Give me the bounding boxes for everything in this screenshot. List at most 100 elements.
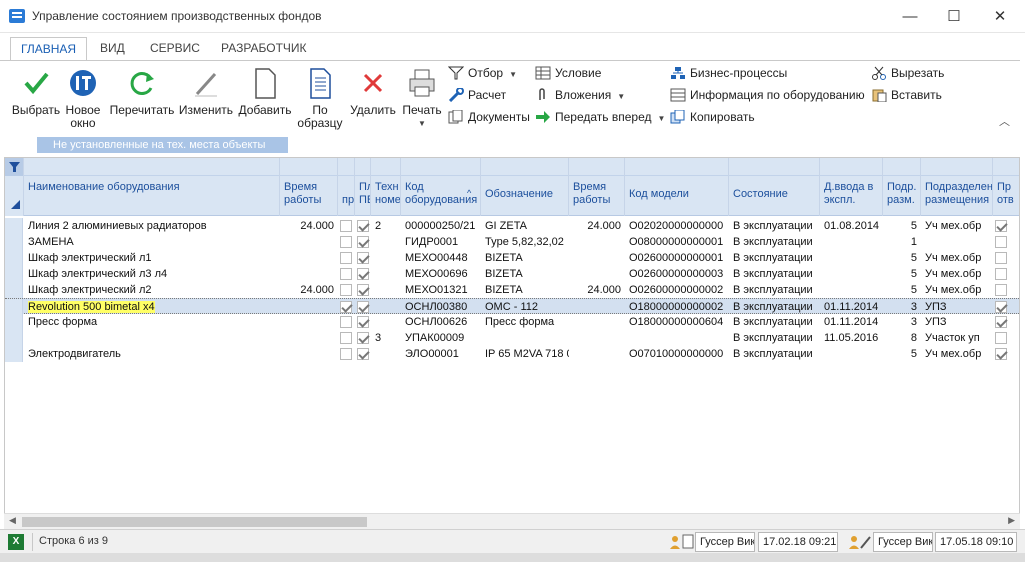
checkbox[interactable]	[340, 348, 352, 360]
checkbox[interactable]	[340, 252, 352, 264]
checkbox[interactable]	[995, 316, 1007, 328]
checkbox[interactable]	[340, 220, 352, 232]
checkbox[interactable]	[357, 268, 369, 280]
forward-button[interactable]: Передать вперед ▼	[535, 107, 665, 127]
tab-main[interactable]: ГЛАВНАЯ	[10, 37, 88, 61]
edit-button[interactable]: Изменить	[178, 65, 234, 117]
checkbox[interactable]	[340, 316, 352, 328]
copy-button[interactable]: Копировать	[670, 107, 755, 127]
attachments-button[interactable]: Вложения ▼	[535, 85, 625, 105]
table-row[interactable]: Revolution 500 bimetal x4 ОСНЛ00380 ОМС - …	[5, 298, 1019, 315]
checkbox[interactable]	[357, 348, 369, 360]
checkbox[interactable]	[995, 220, 1007, 232]
cell-pl	[355, 330, 371, 346]
table-row[interactable]: ЗАМЕНА ГИДР0001 Type 5,82,32,02 O0800000000…	[5, 234, 1019, 250]
excel-export-icon[interactable]: X	[8, 534, 24, 550]
col-tech-number[interactable]: Техн номер	[371, 176, 401, 216]
checkbox[interactable]	[357, 236, 369, 248]
checkbox[interactable]	[357, 284, 369, 296]
paste-button[interactable]: Вставить	[871, 85, 942, 105]
tab-developer[interactable]: РАЗРАБОТЧИК	[211, 37, 317, 61]
business-processes-label: Бизнес-процессы	[690, 66, 788, 80]
collapse-ribbon-icon[interactable]: ︿	[999, 113, 1010, 129]
calc-button[interactable]: Расчет	[448, 85, 506, 105]
col-commission-date[interactable]: Д.ввода в экспл.	[820, 176, 883, 216]
select-all-corner[interactable]	[5, 176, 24, 216]
row-selector[interactable]	[5, 282, 23, 298]
attachments-label: Вложения	[555, 88, 612, 102]
select-button[interactable]: Выбрать	[10, 65, 62, 117]
checkbox[interactable]	[357, 332, 369, 344]
col-state[interactable]: Состояние	[729, 176, 820, 216]
table-row[interactable]: Шкаф электрический л3 л4 МЕХО00696 BIZETA O…	[5, 266, 1019, 282]
scroll-right-icon[interactable]: ▶	[1008, 515, 1015, 526]
grid-filter-icon[interactable]	[5, 158, 24, 176]
row-selector[interactable]	[5, 234, 23, 250]
row-selector[interactable]	[5, 346, 23, 362]
col-dept[interactable]: Подразделение размещения	[921, 176, 993, 216]
checkbox[interactable]	[340, 268, 352, 280]
table-row[interactable]: Линия 2 алюминиевых радиаторов 24.000 2 000…	[5, 218, 1019, 234]
filter-chip[interactable]: Не установленные на тех. места объекты	[37, 137, 288, 153]
col-name[interactable]: Наименование оборудования	[24, 176, 280, 216]
checkbox[interactable]	[340, 236, 352, 248]
checkbox[interactable]	[995, 268, 1007, 280]
new-window-icon	[65, 65, 101, 101]
table-row[interactable]: Пресс форма ОСНЛ00626 Пресс форма O18000000…	[5, 314, 1019, 330]
tab-view[interactable]: ВИД	[90, 37, 135, 61]
col-pl[interactable]: Пл ПЕ	[355, 176, 371, 216]
cell-model: O18000000000002	[625, 299, 729, 315]
scrollbar-thumb[interactable]	[22, 517, 367, 527]
col-model-code[interactable]: Код модели	[625, 176, 729, 216]
maximize-button[interactable]: ☐	[931, 0, 977, 33]
minimize-button[interactable]: —	[887, 0, 933, 33]
row-selector[interactable]	[5, 218, 23, 234]
delete-button[interactable]: Удалить	[348, 65, 398, 117]
group-cell	[921, 158, 993, 176]
checkbox[interactable]	[340, 301, 352, 313]
col-work-time-2[interactable]: Время работы	[569, 176, 625, 216]
documents-button[interactable]: Документы	[448, 107, 530, 127]
checkbox[interactable]	[995, 236, 1007, 248]
checkbox[interactable]	[995, 252, 1007, 264]
row-selector[interactable]	[5, 314, 23, 330]
equipment-info-button[interactable]: Информация по оборудованию	[670, 85, 865, 105]
cut-button[interactable]: Вырезать	[871, 63, 944, 83]
table-row[interactable]: Электродвигатель ЭЛО00001 IP 65 M2VA 718 0…	[5, 346, 1019, 362]
checkbox[interactable]	[357, 301, 369, 313]
by-template-button[interactable]: По образцу	[296, 65, 344, 130]
checkbox[interactable]	[357, 252, 369, 264]
row-selector[interactable]	[5, 330, 23, 346]
checkbox[interactable]	[995, 332, 1007, 344]
col-responsible[interactable]: Пр отв	[993, 176, 1019, 216]
col-work-time[interactable]: Время работы	[280, 176, 338, 216]
checkbox[interactable]	[340, 332, 352, 344]
table-row[interactable]: Шкаф электрический л2 24.000 МЕХО01321 BIZE…	[5, 282, 1019, 298]
business-processes-button[interactable]: Бизнес-процессы	[670, 63, 787, 83]
print-button[interactable]: Печать ▼	[400, 65, 444, 130]
reload-button[interactable]: Перечитать	[108, 65, 176, 117]
checkbox[interactable]	[995, 284, 1007, 296]
checkbox[interactable]	[357, 220, 369, 232]
checkbox[interactable]	[995, 301, 1007, 313]
new-window-button[interactable]: Новое окно	[62, 65, 104, 130]
table-row[interactable]: 3 УПАК00009 В эксплуатации 11.05.2016 8 Участ…	[5, 330, 1019, 346]
checkbox[interactable]	[995, 348, 1007, 360]
checkbox[interactable]	[357, 316, 369, 328]
green-arrow-right-icon	[535, 110, 551, 124]
table-row[interactable]: Шкаф электрический л1 МЕХО00448 BIZETA O026…	[5, 250, 1019, 266]
horizontal-scrollbar[interactable]: ◀ ▶	[4, 513, 1020, 529]
row-selector[interactable]	[5, 250, 23, 266]
row-selector[interactable]	[5, 299, 23, 315]
tab-service[interactable]: СЕРВИС	[140, 37, 210, 61]
col-designation[interactable]: Обозначение	[481, 176, 569, 216]
row-selector[interactable]	[5, 266, 23, 282]
filter-button[interactable]: Отбор ▼	[447, 63, 517, 83]
condition-button[interactable]: Условие	[535, 63, 601, 83]
checkbox[interactable]	[340, 284, 352, 296]
col-pr[interactable]: пр	[338, 176, 355, 216]
col-sub-place[interactable]: Подр. разм.	[883, 176, 921, 216]
add-button[interactable]: Добавить	[237, 65, 293, 117]
scroll-left-icon[interactable]: ◀	[9, 515, 16, 526]
close-button[interactable]: ✕	[977, 0, 1023, 33]
